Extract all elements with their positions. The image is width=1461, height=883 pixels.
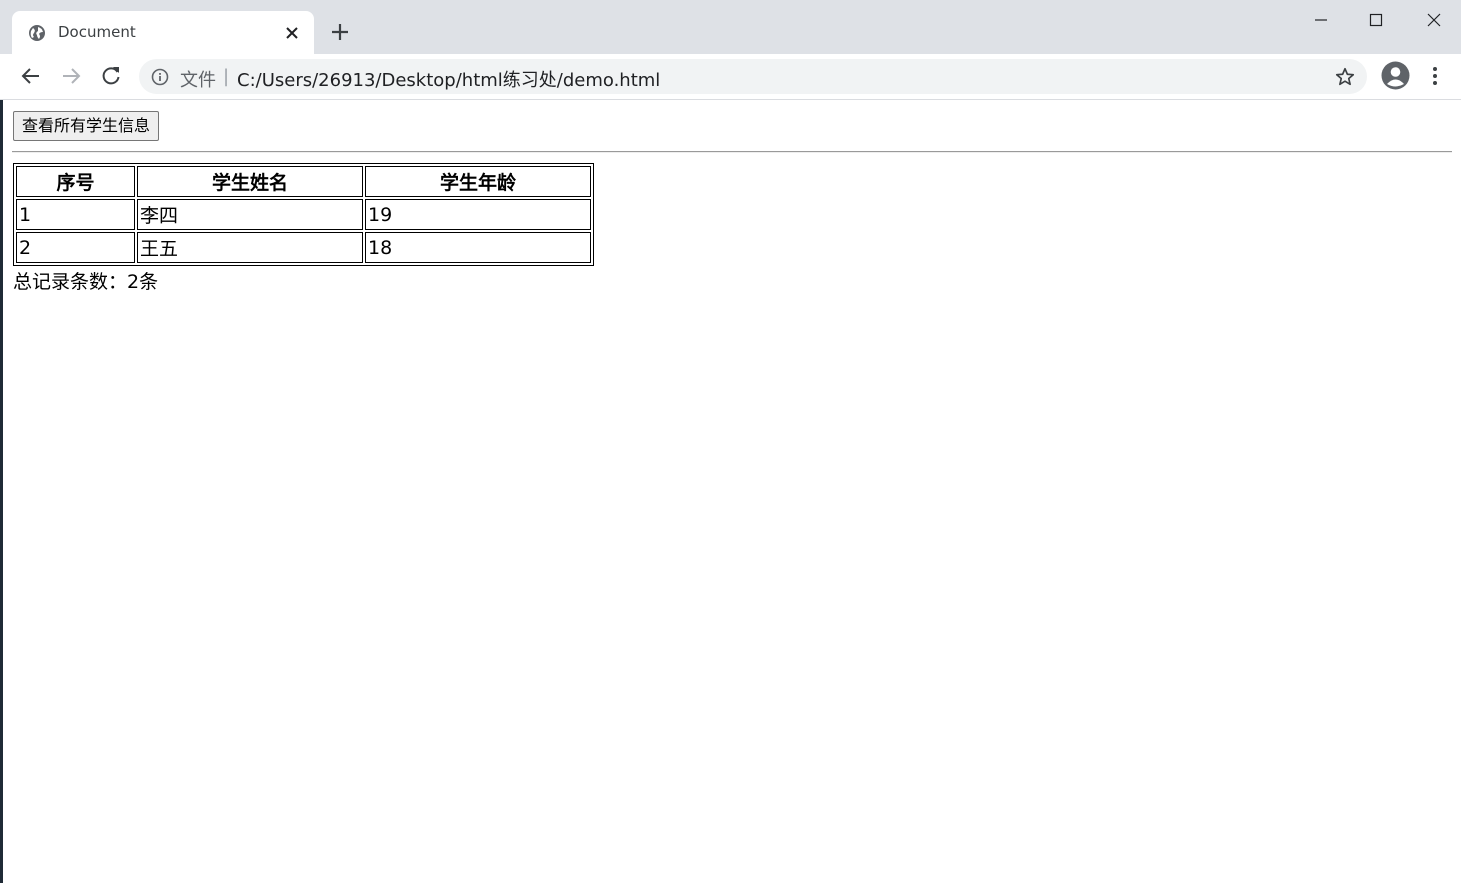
new-tab-plus-icon[interactable] <box>329 21 351 43</box>
cell-id: 2 <box>16 232 135 263</box>
tab-strip: Document <box>0 0 1461 54</box>
header-id: 序号 <box>16 166 135 197</box>
cell-name: 王五 <box>137 232 363 263</box>
scheme-label: 文件 <box>180 70 216 91</box>
cell-age: 18 <box>365 232 591 263</box>
minimize-icon[interactable] <box>1309 8 1333 32</box>
header-age: 学生年龄 <box>365 166 591 197</box>
page-content: 查看所有学生信息 序号 学生姓名 学生年龄 1 李四 19 2 王五 18 总记… <box>0 100 1461 883</box>
table-row: 2 王五 18 <box>16 232 591 263</box>
header-name: 学生姓名 <box>137 166 363 197</box>
info-icon[interactable] <box>151 68 169 86</box>
forward-arrow-icon[interactable] <box>59 64 83 88</box>
table-header-row: 序号 学生姓名 学生年龄 <box>16 166 591 197</box>
bookmark-star-icon[interactable] <box>1334 66 1356 88</box>
scheme-separator: | <box>223 66 230 87</box>
kebab-menu-icon[interactable] <box>1424 64 1446 88</box>
horizontal-rule <box>12 151 1452 153</box>
table-row: 1 李四 19 <box>16 199 591 230</box>
back-arrow-icon[interactable] <box>19 64 43 88</box>
tab-document[interactable]: Document <box>12 11 314 54</box>
students-table: 序号 学生姓名 学生年龄 1 李四 19 2 王五 18 <box>13 163 594 266</box>
globe-icon <box>29 25 45 41</box>
total-records-text: 总记录条数：2条 <box>13 271 159 293</box>
desktop-edge <box>0 100 3 883</box>
maximize-icon[interactable] <box>1364 8 1388 32</box>
browser-toolbar: 文件 | C:/Users/26913/Desktop/html练习处/demo… <box>0 54 1461 100</box>
tab-title: Document <box>58 23 136 41</box>
cell-name: 李四 <box>137 199 363 230</box>
address-bar[interactable]: 文件 | C:/Users/26913/Desktop/html练习处/demo… <box>139 59 1367 94</box>
close-icon[interactable] <box>282 23 302 43</box>
browser-window: Document 文件 | C:/Users/26913/Desktop/htm… <box>0 0 1461 883</box>
window-close-icon[interactable] <box>1422 8 1446 32</box>
view-all-students-button[interactable]: 查看所有学生信息 <box>13 111 160 141</box>
profile-avatar-icon[interactable] <box>1381 61 1410 90</box>
reload-icon[interactable] <box>99 64 123 88</box>
url-text[interactable]: C:/Users/26913/Desktop/html练习处/demo.html <box>237 66 660 92</box>
cell-id: 1 <box>16 199 135 230</box>
cell-age: 19 <box>365 199 591 230</box>
